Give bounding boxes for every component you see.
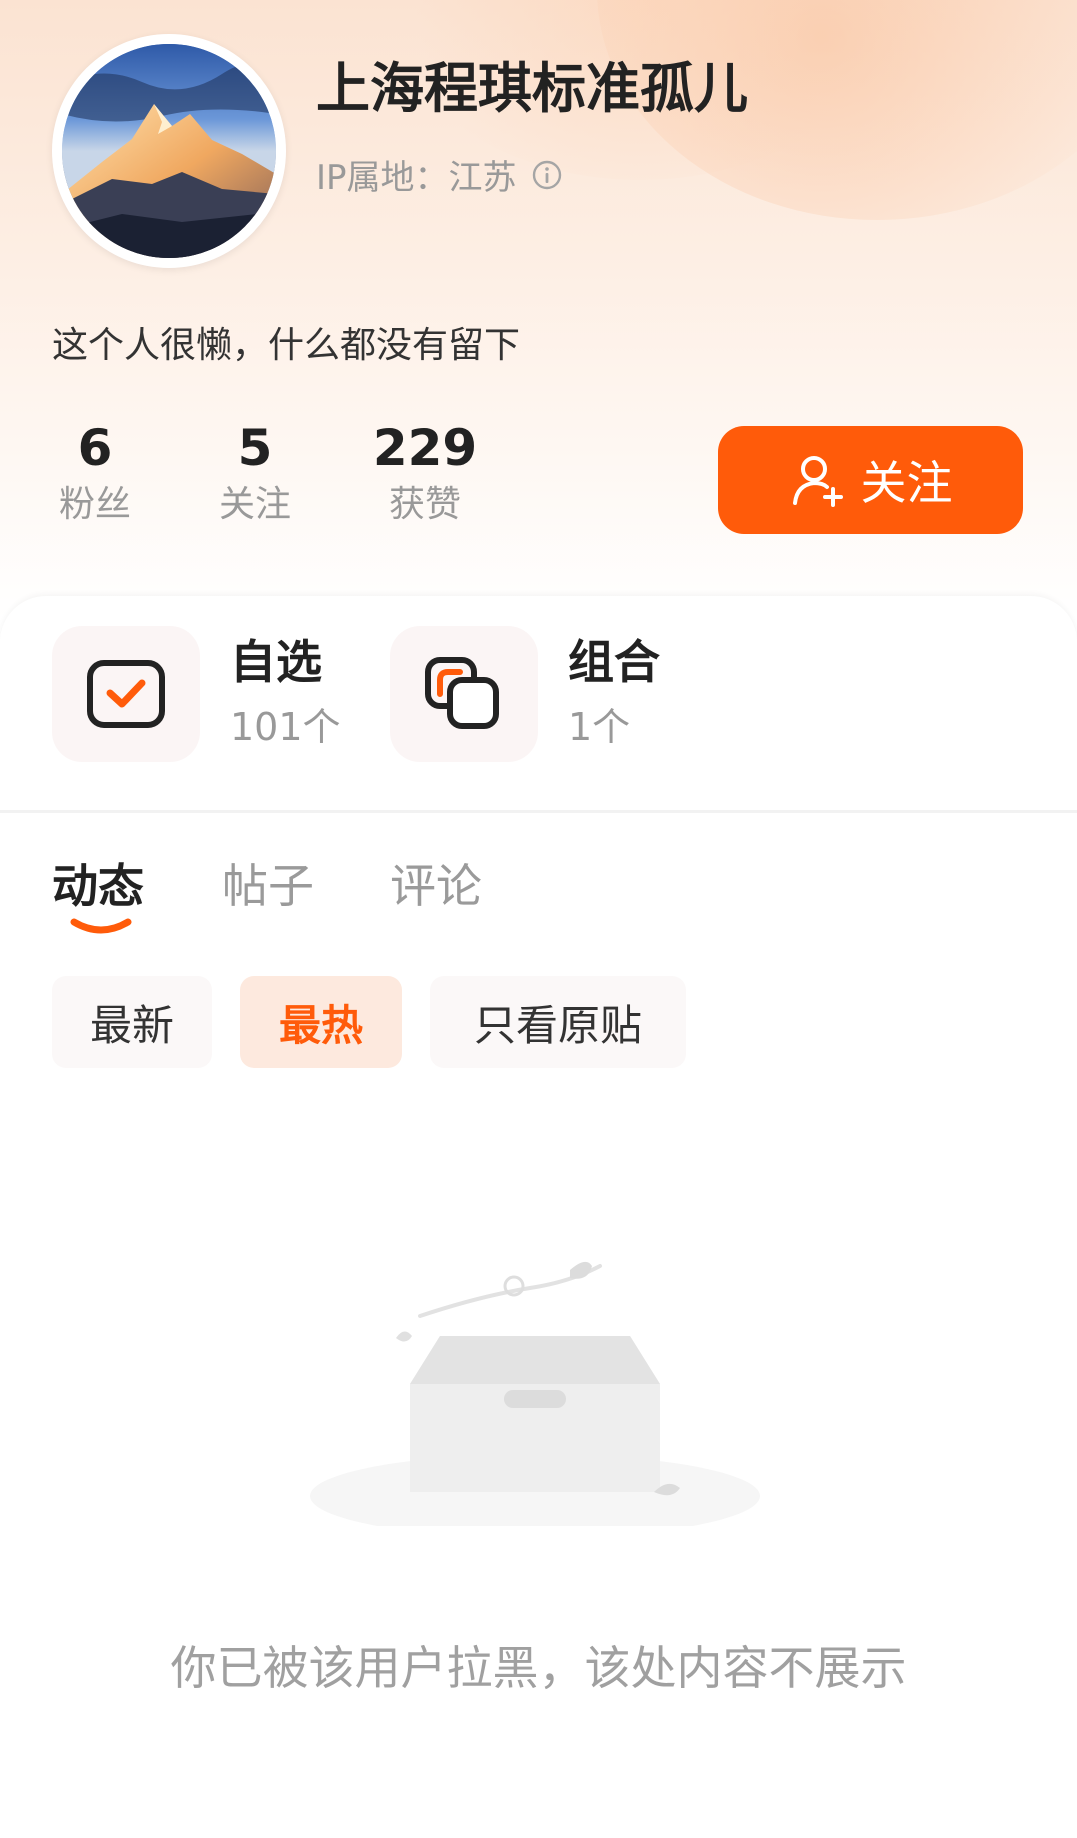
stat-value: 5	[237, 419, 273, 477]
stat-value: 229	[372, 419, 478, 477]
stat-fans[interactable]: 6 粉丝	[52, 420, 138, 530]
avatar[interactable]	[52, 34, 286, 268]
stat-label: 获赞	[388, 484, 461, 525]
stat-label: 粉丝	[58, 484, 131, 525]
empty-state-message: 你已被该用户拉黑，该处内容不展示	[170, 1641, 907, 1695]
watchlist-count: 101个	[230, 705, 341, 749]
follow-button-label: 关注	[860, 456, 953, 510]
portfolio-entry[interactable]: 组合 1个	[390, 626, 660, 762]
filter-latest[interactable]: 最新	[52, 976, 212, 1068]
mountain-photo-icon	[62, 44, 276, 258]
assets-card: 自选 101个 组合 1个	[0, 596, 1077, 810]
filter-hottest[interactable]: 最热	[240, 976, 402, 1068]
tab-comments[interactable]: 评论	[390, 850, 482, 916]
stat-following[interactable]: 5 关注	[212, 420, 298, 530]
portfolio-icon-container	[390, 626, 538, 762]
watchlist-entry[interactable]: 自选 101个	[52, 626, 341, 762]
portfolio-count: 1个	[568, 705, 631, 749]
portfolio-title: 组合	[568, 635, 660, 689]
follow-button[interactable]: 关注	[718, 426, 1023, 534]
watchlist-check-icon	[87, 660, 165, 728]
stat-value: 6	[77, 419, 113, 477]
bio-text: 这个人很懒，什么都没有留下	[52, 325, 521, 366]
add-user-icon	[792, 456, 843, 507]
stat-likes[interactable]: 229 获赞	[372, 420, 478, 530]
avatar-image	[62, 44, 276, 258]
watchlist-icon-container	[52, 626, 200, 762]
watchlist-title: 自选	[230, 635, 322, 689]
stat-label: 关注	[218, 484, 291, 525]
tab-posts[interactable]: 帖子	[222, 850, 314, 916]
info-icon[interactable]	[531, 159, 563, 191]
tab-active-indicator	[70, 918, 132, 934]
empty-box-icon	[310, 1261, 760, 1526]
ip-location-text: IP属地：江苏	[316, 158, 517, 198]
watchlist-text: 自选 101个	[230, 634, 341, 754]
tab-activity[interactable]: 动态	[52, 850, 144, 916]
section-divider	[0, 810, 1077, 813]
ip-location-row: IP属地：江苏	[316, 150, 563, 199]
portfolio-overlap-icon	[425, 657, 499, 729]
filter-original-only[interactable]: 只看原贴	[430, 976, 686, 1068]
portfolio-text: 组合 1个	[568, 634, 660, 754]
username: 上海程琪标准孤儿	[316, 57, 748, 120]
